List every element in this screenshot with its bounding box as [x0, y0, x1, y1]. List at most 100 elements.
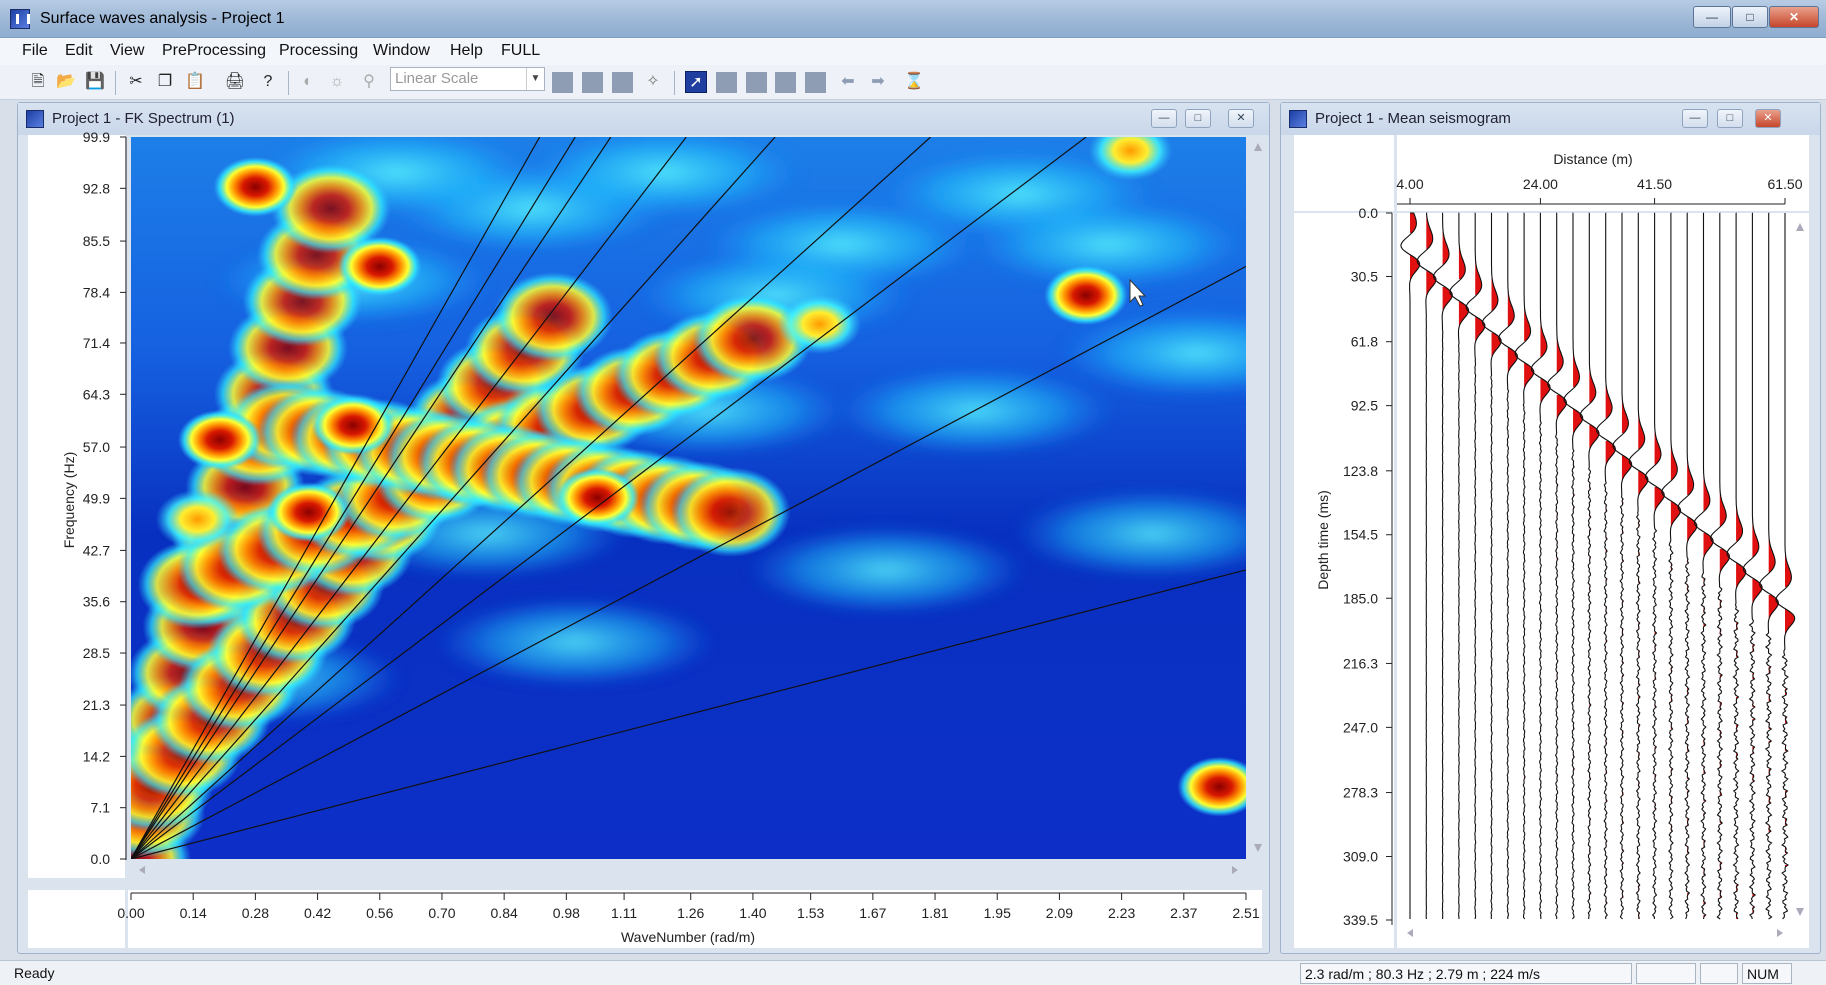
seis-y-tick-label: 278.3 [1343, 785, 1378, 801]
seis-trace-8 [1530, 212, 1551, 920]
fk-x-tick-label: 0.98 [553, 905, 580, 921]
fk-x-tick-label: 1.26 [677, 905, 704, 921]
status-num: NUM [1742, 963, 1792, 984]
seis-scroll-left-icon[interactable] [1407, 929, 1413, 937]
seis-trace-5 [1481, 212, 1502, 920]
fk-y-tick-label: 64.3 [83, 386, 110, 402]
fk-hot-blob-6 [555, 467, 640, 528]
fk-x-axis: 0.00 0.14 0.28 0.42 0.56 0.70 0.84 0.98 1.11 1.26… [117, 892, 1260, 921]
seis-wiggle-fill [1670, 341, 1678, 481]
fk-x-tick-label: 0.14 [180, 905, 207, 921]
fk-y-tick-label: 14.2 [83, 748, 110, 764]
fk-y-tick-label: 28.5 [83, 645, 110, 661]
fk-y-tick-label: 99.9 [83, 129, 110, 145]
fk-y-tick-label: 7.1 [91, 800, 111, 816]
fk-y-tick-label: 35.6 [83, 594, 110, 610]
fk-y-tick-label: 92.8 [83, 180, 110, 196]
seis-wiggle-fill [1475, 213, 1482, 295]
fk-x-tick-label: 0.56 [366, 905, 393, 921]
seis-wiggle-fill [1719, 387, 1727, 527]
fk-x-tick-label: 0.84 [491, 905, 518, 921]
fk-scroll-right-icon[interactable] [1232, 866, 1238, 874]
fk-hot-blob-1 [177, 409, 262, 470]
fk-hot-blob-8 [1088, 137, 1173, 181]
status-readout: 2.3 rad/m ; 80.3 Hz ; 2.79 m ; 224 m/s [1300, 963, 1632, 984]
seis-trace-16 [1661, 212, 1682, 920]
seis-trace-14 [1628, 212, 1649, 920]
fk-scroll-left-icon[interactable] [139, 866, 145, 874]
fk-hot-blob-0 [213, 156, 298, 217]
seis-y-tick-label: 309.0 [1343, 848, 1378, 864]
seis-trace-13 [1612, 212, 1633, 920]
fk-y-tick-label: 85.5 [83, 233, 110, 249]
seis-y-tick-label: 247.0 [1343, 719, 1378, 735]
fk-y-tick-label: 57.0 [83, 439, 110, 455]
fk-hot-blob-4 [311, 395, 396, 456]
seis-top-axis: 4.00 24.00 41.50 61.50 [1396, 176, 1803, 205]
status-empty-a [1636, 963, 1696, 984]
status-empty-b [1700, 963, 1738, 984]
fk-x-tick-label: 2.23 [1108, 905, 1135, 921]
seis-trace-1 [1416, 212, 1437, 920]
seis-y-tick-label: 61.8 [1351, 334, 1378, 350]
seis-top-axis-label: Distance (m) [1553, 151, 1632, 167]
fk-hot-blob-9 [1177, 756, 1246, 817]
fk-heatmap[interactable] [71, 121, 1337, 904]
fk-x-tick-label: 1.67 [859, 905, 886, 921]
fk-cyan-patch-9 [435, 597, 716, 688]
fk-x-tick-label: 1.40 [739, 905, 766, 921]
seis-top-tick-label: 4.00 [1396, 176, 1423, 192]
fk-x-tick-label: 1.11 [611, 905, 637, 921]
seis-y-tick-label: 30.5 [1351, 269, 1378, 285]
fk-hot-blob-5 [777, 294, 862, 355]
fk-hot-blob-2 [155, 489, 240, 550]
seis-top-tick-label: 24.00 [1523, 176, 1558, 192]
seis-top-tick-label: 61.50 [1767, 176, 1802, 192]
fk-x-axis-label: WaveNumber (rad/m) [621, 929, 755, 945]
seis-scroll-up-icon[interactable] [1796, 223, 1804, 231]
fk-y-axis: 99.9 92.8 85.5 78.4 71.4 64.3 57.0 49.9 42.7 35.6… [83, 129, 127, 867]
seis-scroll-down-icon[interactable] [1796, 908, 1804, 916]
fk-x-tick-label: 2.51 [1232, 905, 1259, 921]
fk-y-axis-label: Frequency (Hz) [61, 452, 77, 548]
fk-x-tick-label: 2.09 [1046, 905, 1073, 921]
seis-scroll-right-icon[interactable] [1777, 929, 1783, 937]
fk-ridge-1-14 [493, 271, 614, 362]
fk-x-tick-label: 0.42 [304, 905, 331, 921]
seis-trace-15 [1644, 212, 1665, 919]
seis-y-tick-label: 154.5 [1343, 527, 1378, 543]
seis-y-tick-label: 216.3 [1343, 655, 1378, 671]
seis-y-tick-label: 185.0 [1343, 590, 1378, 606]
seismogram-plot[interactable] [1400, 212, 1796, 920]
seis-trace-17 [1677, 212, 1698, 920]
seis-trace-10 [1563, 212, 1584, 920]
status-text: Ready [14, 965, 55, 981]
fk-hot-blob-3 [337, 236, 422, 297]
seis-y-tick-label: 92.5 [1351, 398, 1378, 414]
seis-y-axis-label: Depth time (ms) [1315, 490, 1331, 590]
fk-x-tick-label: 1.95 [984, 905, 1011, 921]
seis-wiggle-fill [1768, 433, 1776, 573]
fk-scroll-up-icon[interactable] [1254, 143, 1262, 151]
fk-y-tick-label: 71.4 [83, 335, 110, 351]
fk-scroll-down-icon[interactable] [1254, 844, 1262, 852]
fk-cyan-patch-12 [1012, 488, 1246, 579]
seis-top-tick-label: 41.50 [1637, 176, 1672, 192]
fk-x-tick-label: 1.81 [921, 905, 948, 921]
fk-x-tick-label: 0.28 [242, 905, 269, 921]
fk-ridge-3-14 [670, 467, 791, 558]
fk-x-tick-label: 1.53 [797, 905, 824, 921]
fk-x-tick-label: 2.37 [1170, 905, 1197, 921]
fk-y-tick-label: 42.7 [83, 542, 110, 558]
fk-y-tick-label: 49.9 [83, 490, 110, 506]
seis-trace-9 [1547, 212, 1568, 920]
seis-trace-2 [1433, 212, 1453, 920]
seis-wiggle-fill [1524, 213, 1531, 341]
seis-y-tick-label: 123.8 [1343, 463, 1378, 479]
fk-y-tick-label: 0.0 [91, 851, 111, 867]
fk-hot-blob-7 [1044, 265, 1129, 326]
seis-trace-0 [1400, 212, 1421, 919]
seis-y-axis: 0.0 30.5 61.8 92.5 123.8 154.5 185.0 216.3 247.0… [1343, 205, 1393, 928]
plots-svg: 99.9 92.8 85.5 78.4 71.4 64.3 57.0 49.9 42.7 35.6… [61, 121, 1804, 945]
seis-trace-12 [1596, 212, 1616, 920]
